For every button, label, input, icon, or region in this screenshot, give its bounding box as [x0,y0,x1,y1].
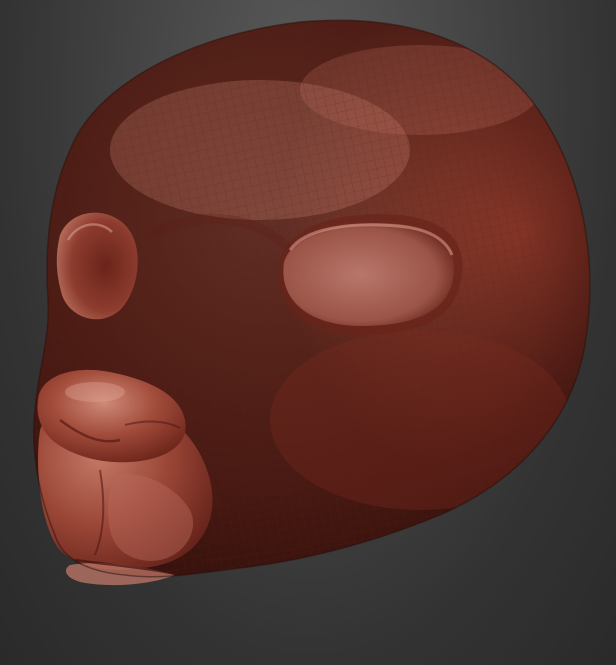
sculpt-model[interactable] [0,0,616,665]
3d-viewport[interactable] [0,0,616,665]
right-eye-socket[interactable] [278,214,463,335]
